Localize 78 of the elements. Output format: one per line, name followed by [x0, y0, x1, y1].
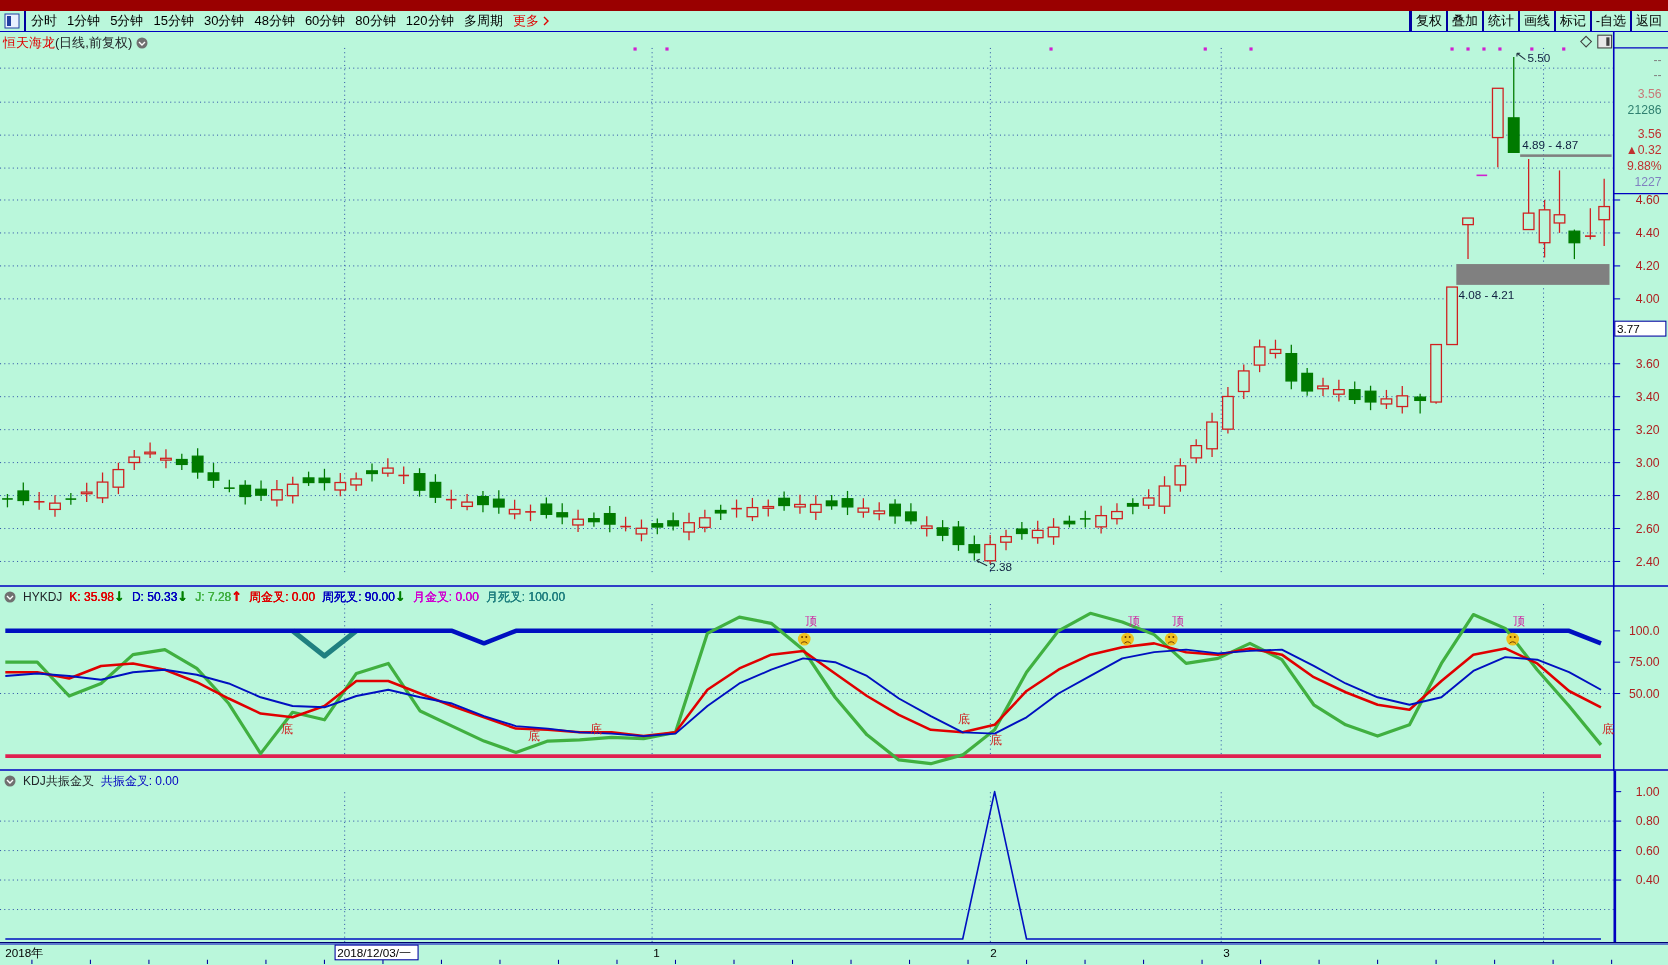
toolbar-button[interactable]: 复权: [1408, 11, 1446, 31]
period-tab[interactable]: 5分钟: [105, 11, 149, 31]
price-tick-label: 4.60: [1635, 193, 1660, 208]
toolbar-button[interactable]: -自选: [1589, 11, 1630, 31]
indicator-value: D: 50.33: [131, 590, 178, 604]
price-tick-label: 3.00: [1635, 455, 1660, 470]
axis-tick-label: 0.80: [1635, 814, 1660, 829]
indicator-value: 周死叉: 90.00: [322, 590, 395, 604]
date-label: 2018年: [5, 945, 44, 959]
trend-arrow: ↓: [177, 590, 189, 604]
period-tab[interactable]: 1分钟: [62, 11, 106, 31]
period-label: (日线,前复权): [55, 34, 133, 52]
trend-arrow: ↓: [394, 590, 406, 604]
price-tick-label: 4.40: [1635, 226, 1660, 241]
signal-label: 顶: [804, 614, 817, 628]
quote-value: --: [1653, 52, 1662, 67]
axis-tick-label: 1.00: [1635, 784, 1660, 799]
indicator-value: 月死叉: 100.00: [485, 590, 566, 604]
indicator-value: 共振金叉: 0.00: [100, 774, 179, 788]
price-tick-label: 2.60: [1635, 521, 1660, 536]
price-tick-label: 2.80: [1635, 488, 1660, 503]
date-marker: 2018/12/03/一: [334, 944, 419, 961]
signal-label: 顶: [1513, 614, 1526, 628]
high-price-label: 5.50: [1527, 50, 1551, 64]
indicator-value: 月金叉: 0.00: [412, 590, 479, 604]
toolbar-button[interactable]: 标记: [1553, 11, 1590, 31]
signal-label: 顶: [1128, 614, 1140, 628]
price-tick-label: 2.40: [1635, 554, 1660, 569]
indicator-name: HYKDJ: [23, 590, 63, 604]
toolbar-button[interactable]: 返回: [1630, 11, 1666, 31]
period-tab[interactable]: 分时: [26, 11, 62, 31]
signal-label: 顶: [1171, 614, 1184, 628]
signal-label: 底: [528, 729, 540, 743]
toolbar-button[interactable]: 画线: [1517, 11, 1554, 31]
period-tab[interactable]: 120分钟: [400, 11, 459, 31]
date-label: 3: [1223, 945, 1230, 959]
axis-tick-label: 50.00: [1628, 686, 1660, 701]
date-label: 2: [990, 945, 997, 959]
signal-label: 底: [989, 733, 1002, 747]
price-tick-label: 3.60: [1635, 357, 1660, 371]
current-price-marker: 3.77: [1614, 320, 1667, 337]
period-tab[interactable]: 48分钟: [249, 11, 300, 31]
indicator-value: K: 35.98: [69, 590, 115, 604]
date-label: 1: [653, 945, 660, 959]
toolbar-button[interactable]: 统计: [1481, 11, 1518, 31]
indicator-value: 周金叉: 0.00: [249, 590, 316, 604]
price-tick-label: 4.20: [1635, 259, 1660, 274]
period-tab[interactable]: 60分钟: [299, 11, 351, 31]
period-tab[interactable]: 80分钟: [350, 11, 401, 31]
trend-arrow: ↓: [114, 590, 125, 604]
axis-tick-label: 0.40: [1635, 873, 1660, 888]
range-label: 4.08 - 4.21: [1458, 287, 1515, 301]
price-tick-label: 3.40: [1635, 389, 1660, 404]
axis-tick-label: 0.60: [1635, 843, 1660, 858]
quote-value: 1227: [1634, 175, 1662, 190]
signal-label: 底: [281, 721, 294, 735]
signal-label: 底: [957, 712, 970, 726]
axis-tick-label: 100.0: [1628, 624, 1660, 639]
price-tick-label: 4.00: [1635, 292, 1660, 307]
quote-value: 3.56: [1637, 86, 1662, 101]
quote-value: ▲0.32: [1625, 143, 1662, 158]
low-price-label: 2.38: [989, 560, 1013, 574]
stock-name: 恒天海龙: [3, 34, 55, 52]
period-tab[interactable]: 15分钟: [148, 11, 199, 31]
quote-value: 21286: [1627, 102, 1662, 117]
period-tab[interactable]: 30分钟: [198, 11, 250, 31]
price-tick-label: 3.20: [1635, 422, 1660, 437]
quote-value: 9.88%: [1626, 159, 1662, 174]
axis-tick-label: 75.00: [1628, 655, 1660, 670]
toolbar-button[interactable]: 叠加: [1445, 11, 1482, 31]
more-button[interactable]: 更多: [507, 11, 555, 31]
quote-value: 3.56: [1637, 127, 1662, 142]
quote-value: --: [1653, 67, 1662, 82]
range-label: 4.89 - 4.87: [1522, 137, 1579, 151]
indicator-value: J: 7.28: [195, 590, 232, 604]
trend-arrow: ↑: [231, 590, 243, 604]
indicator-name: KDJ共振金叉: [23, 774, 94, 788]
period-tab[interactable]: 多周期: [458, 11, 508, 31]
